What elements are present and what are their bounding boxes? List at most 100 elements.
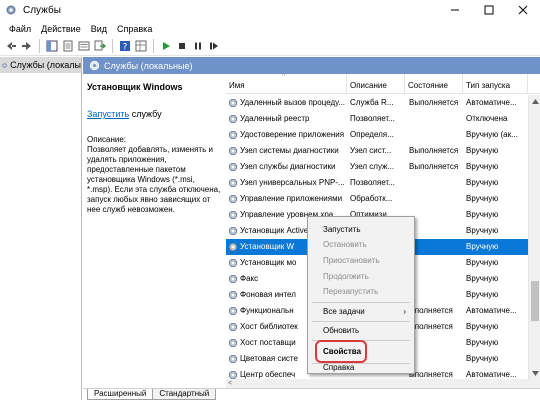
column-header-state[interactable]: Состояние	[405, 74, 463, 94]
cell-description: Узел служ...	[350, 162, 395, 171]
table-row[interactable]: Узел системы диагностики Узел сист... Выпо…	[226, 143, 528, 159]
sort-up-icon: ^	[282, 74, 286, 80]
start-service-suffix: службу	[129, 109, 162, 119]
tree-item-label: Службы (локалы	[10, 60, 81, 70]
back-button[interactable]	[3, 39, 18, 54]
menu-item-resume[interactable]: Продолжить	[323, 271, 369, 283]
cell-description: Определя...	[350, 130, 394, 139]
table-row[interactable]: Удостоверение приложения Определя... Вручн…	[226, 127, 528, 143]
close-button[interactable]	[506, 0, 540, 20]
service-name: Фоновая интел	[240, 290, 296, 299]
arrow-right-icon	[21, 42, 31, 50]
help-icon: ?	[119, 41, 130, 52]
start-service-link[interactable]: Запустить	[87, 109, 129, 119]
scroll-left-icon[interactable]: <	[228, 379, 232, 388]
refresh-toolbar-button[interactable]	[76, 39, 91, 54]
service-name: Удаленный вызов процеду...	[240, 98, 345, 107]
menu-item-stop[interactable]: Остановить	[323, 239, 367, 251]
column-header-description[interactable]: Описание	[347, 74, 405, 94]
menu-item-refresh[interactable]: Обновить	[323, 325, 359, 337]
pause-service-button[interactable]	[190, 39, 205, 54]
service-name: Цветовая систе	[240, 354, 298, 363]
scroll-down-button[interactable]	[529, 367, 540, 379]
properties-toolbar-button[interactable]	[60, 39, 75, 54]
description-line: Позволяет добавлять, изменять и	[87, 145, 213, 154]
cell-state	[409, 207, 462, 223]
cell-state	[409, 191, 462, 207]
menu-view[interactable]: Вид	[86, 24, 112, 34]
cell-startup: Вручную	[466, 322, 499, 331]
export-list-button[interactable]	[92, 39, 107, 54]
cell-description: Позволяет...	[350, 114, 395, 123]
stop-service-button[interactable]	[174, 39, 189, 54]
restart-icon	[209, 42, 218, 50]
minimize-icon	[451, 9, 459, 11]
service-title: Установщик Windows	[87, 82, 183, 92]
description-line: запуск любых явно зависящих от	[87, 195, 211, 204]
service-name: Установщик W	[240, 242, 295, 251]
gear-icon	[228, 146, 238, 156]
menu-help[interactable]: Справка	[112, 24, 157, 34]
console-view-button[interactable]	[133, 39, 148, 54]
cell-startup: Вручную (ак...	[466, 130, 518, 139]
tab-standard[interactable]: Стандартный	[152, 389, 217, 400]
cell-state	[409, 255, 462, 271]
horizontal-scrollbar[interactable]: <	[226, 379, 540, 388]
menu-file[interactable]: Файл	[4, 24, 36, 34]
column-header-name[interactable]: ^ Имя	[226, 74, 347, 94]
close-icon	[518, 5, 528, 15]
cell-startup: Вручную	[466, 178, 499, 187]
cell-startup: Вручную	[466, 226, 499, 235]
cell-startup: Вручную	[466, 338, 499, 347]
cell-state	[409, 127, 462, 143]
table-row[interactable]: Управление приложениями Обработк... Вручну…	[226, 191, 528, 207]
menu-action[interactable]: Действие	[36, 24, 86, 34]
cell-state: Выполняется	[409, 146, 459, 155]
maximize-button[interactable]	[472, 0, 506, 20]
cell-startup: Автоматиче...	[466, 98, 517, 107]
help-toolbar-button[interactable]: ?	[117, 39, 132, 54]
table-row[interactable]: Узел универсальных PNP-... Позволяет... Вр…	[226, 175, 528, 191]
pause-icon	[194, 42, 201, 50]
gear-icon	[228, 178, 238, 188]
gear-icon	[228, 258, 238, 268]
show-hide-tree-button[interactable]	[44, 39, 59, 54]
service-description-panel: Установщик Windows Запустить службу Опис…	[83, 74, 226, 379]
table-row[interactable]: Удаленный реестр Позволяет... Отключена	[226, 111, 528, 127]
menu-separator	[312, 321, 410, 322]
forward-button[interactable]	[19, 39, 34, 54]
cell-name: Удаленный вызов процеду...	[228, 95, 347, 111]
table-row[interactable]: Узел службы диагностики Узел служ... Выпол…	[226, 159, 528, 175]
description-line: удалять приложения,	[87, 155, 167, 164]
scroll-up-button[interactable]	[529, 95, 540, 107]
cell-state	[409, 111, 462, 127]
column-header-startup[interactable]: Тип запуска	[463, 74, 528, 94]
restart-service-button[interactable]	[206, 39, 221, 54]
service-name: Узел универсальных PNP-...	[240, 178, 345, 187]
gear-icon	[228, 306, 238, 316]
tree-item-services-local[interactable]: Службы (локалы	[0, 57, 81, 73]
scroll-thumb[interactable]	[531, 281, 539, 321]
cell-startup: Вручную	[466, 242, 499, 251]
minimize-button[interactable]	[438, 0, 472, 20]
table-row[interactable]: Удаленный вызов процеду... Служба R... Вып…	[226, 95, 528, 111]
play-icon	[162, 42, 170, 50]
tab-extended[interactable]: Расширенный	[87, 389, 154, 400]
description-label: Описание:	[87, 135, 127, 144]
cell-name: Узел универсальных PNP-...	[228, 175, 347, 191]
vertical-scrollbar[interactable]	[528, 95, 540, 379]
menu-item-help[interactable]: Справка	[323, 362, 354, 374]
toolbar-separator	[153, 39, 154, 53]
cell-startup: Автоматиче...	[466, 306, 517, 315]
column-header-row: ^ Имя Описание Состояние Тип запуска	[226, 74, 540, 94]
menu-item-pause[interactable]: Приостановить	[323, 255, 380, 267]
cell-description: Обработк...	[350, 194, 393, 203]
gear-icon	[228, 98, 238, 108]
start-service-button[interactable]	[158, 39, 173, 54]
menu-item-start[interactable]: Запустить	[323, 224, 361, 236]
chevron-up-icon	[531, 98, 539, 104]
menu-item-all-tasks[interactable]: Все задачи ›	[323, 306, 411, 318]
list-icon	[78, 41, 89, 51]
menu-item-restart[interactable]: Перезапустить	[323, 286, 378, 298]
gear-icon	[89, 60, 100, 71]
